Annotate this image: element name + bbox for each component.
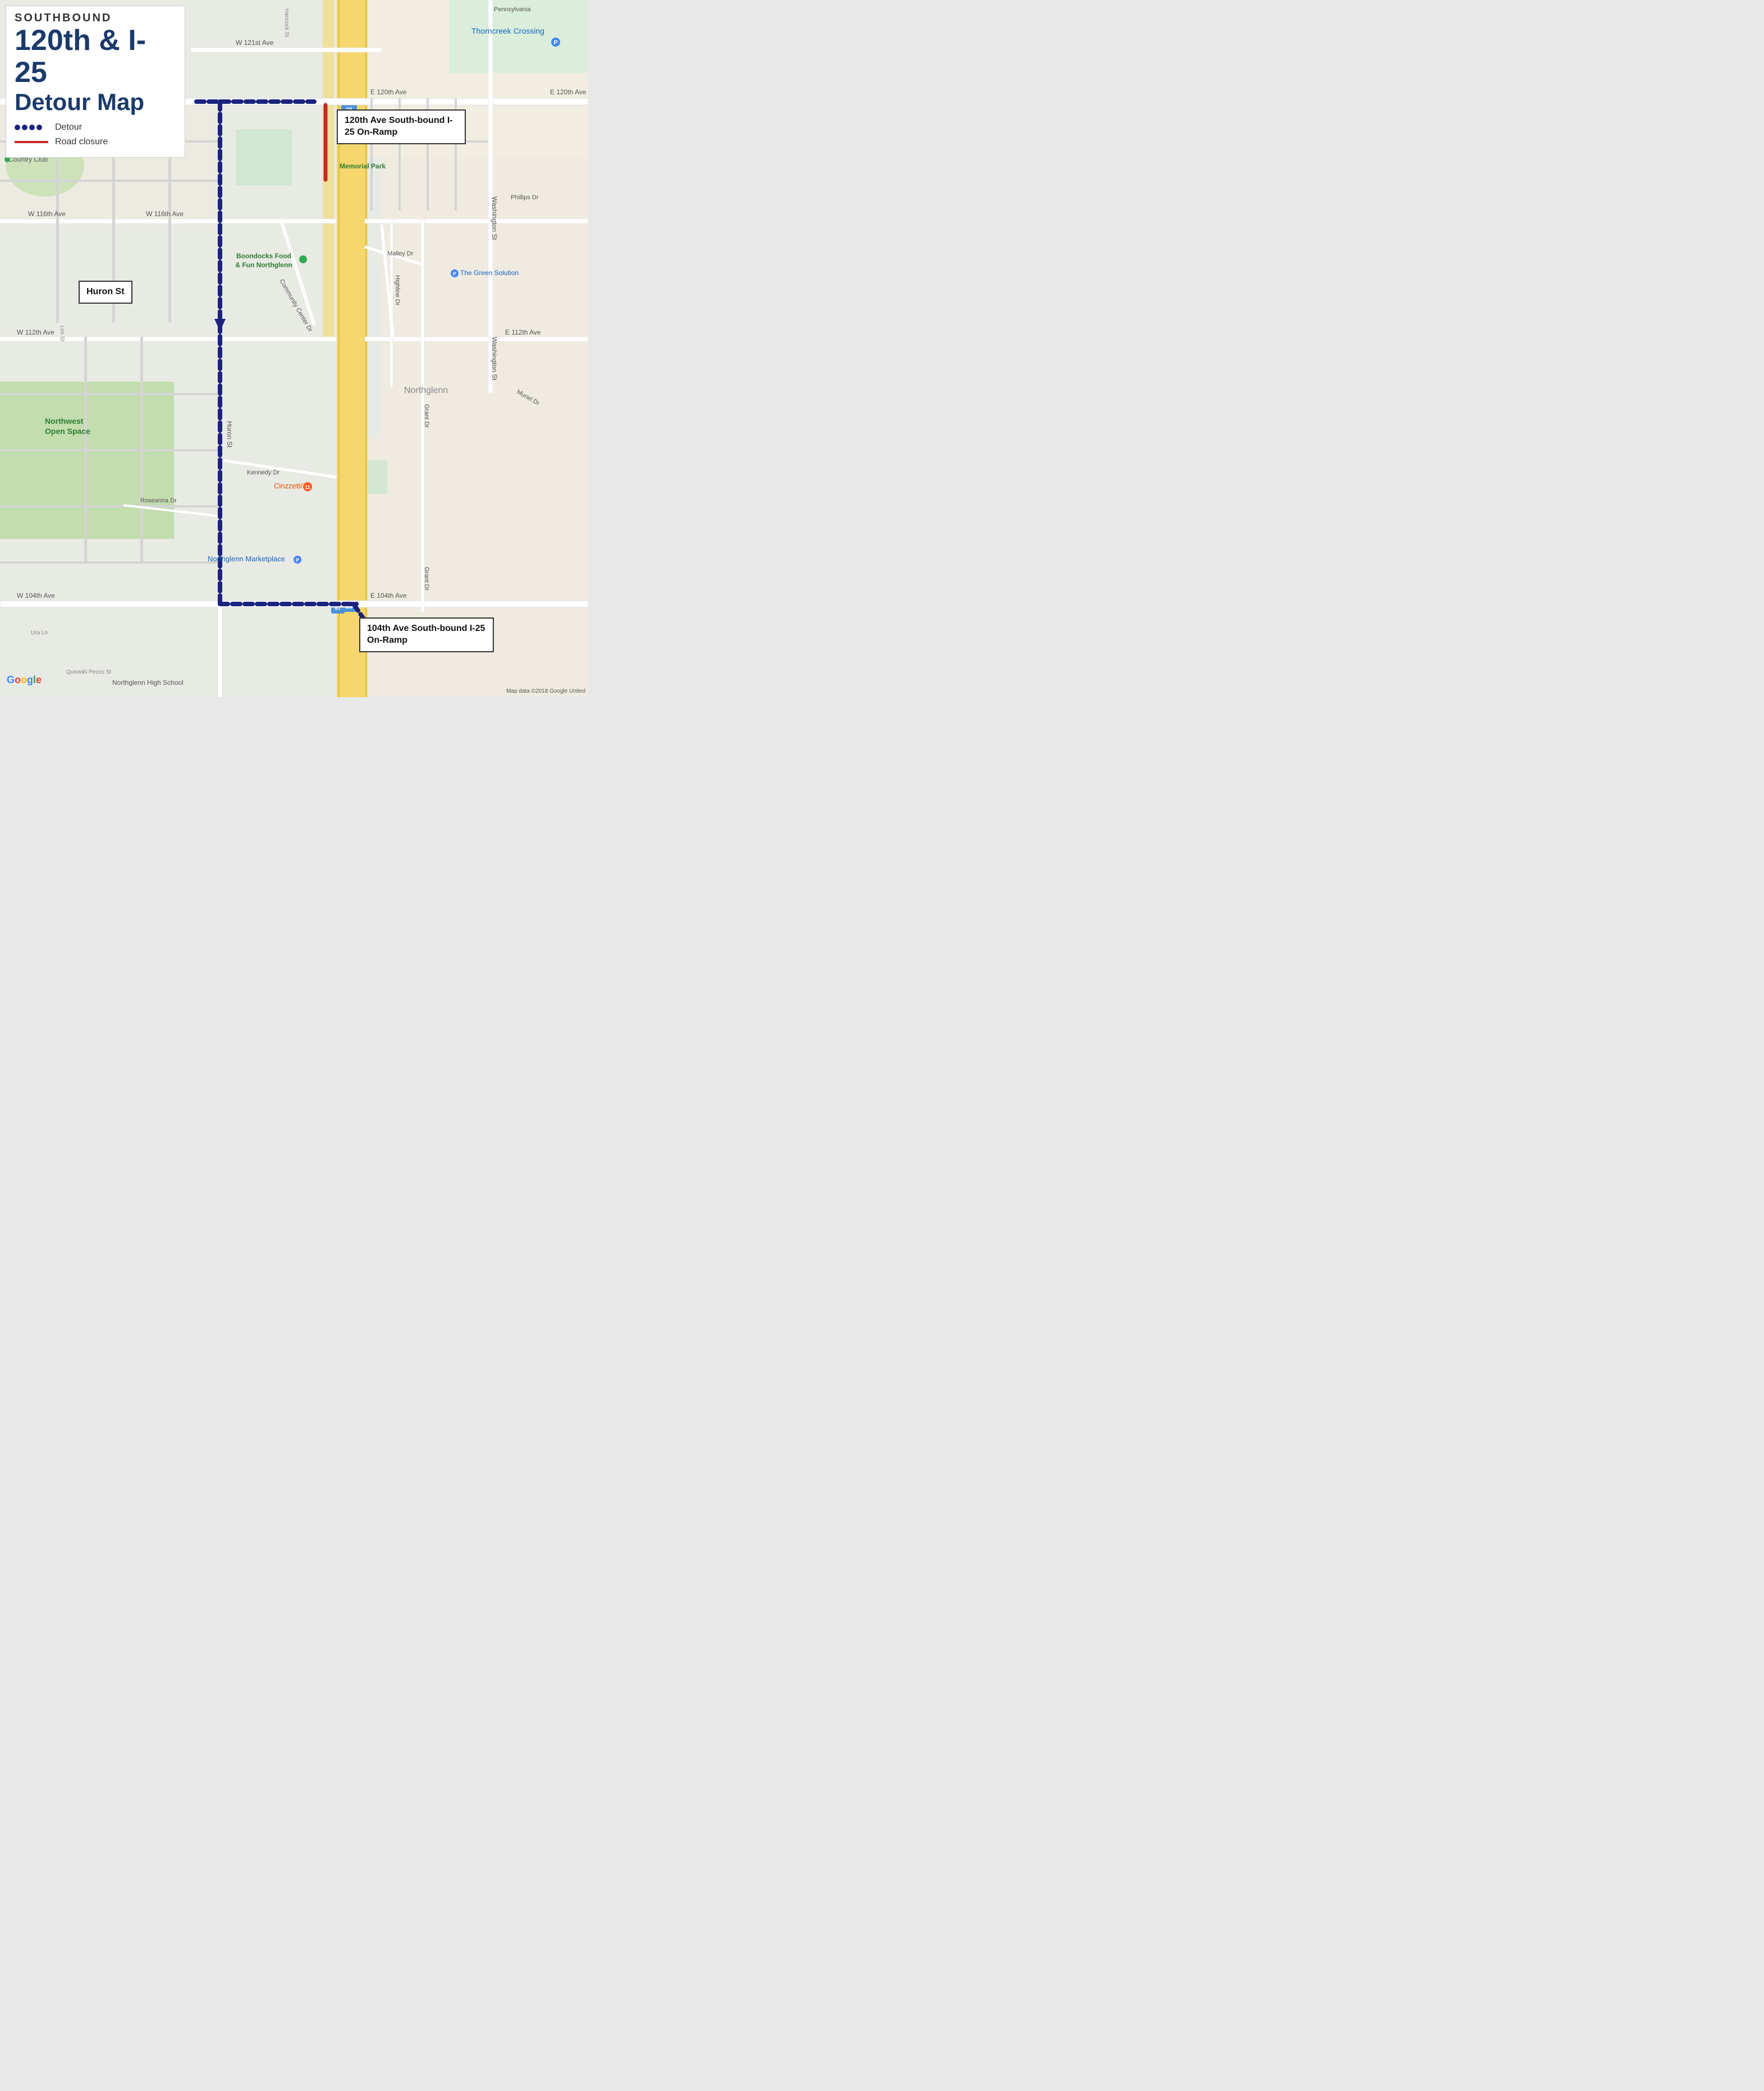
svg-text:Northglenn: Northglenn	[404, 386, 448, 395]
svg-text:P: P	[453, 271, 456, 277]
svg-text:Los St: Los St	[59, 326, 65, 342]
svg-text:W 116th Ave: W 116th Ave	[28, 210, 66, 218]
120th-onramp-label: 120th Ave South-bound I-25 On-Ramp	[345, 116, 453, 137]
svg-text:Northglenn High School: Northglenn High School	[112, 679, 184, 687]
detail-title: Detour Map	[15, 89, 176, 116]
detour-dot-3	[29, 125, 35, 130]
huron-st-callout: Huron St	[79, 281, 132, 304]
svg-text:P: P	[553, 39, 557, 46]
svg-text:Pennsylvania: Pennsylvania	[494, 6, 531, 13]
subtitle: SOUTHBOUND	[15, 12, 176, 25]
104th-onramp-callout: 104th Ave South-bound I-25 On-Ramp	[359, 617, 494, 652]
svg-text:W 121st Ave: W 121st Ave	[236, 39, 273, 47]
svg-text:Cinzzetti's: Cinzzetti's	[274, 482, 307, 490]
svg-text:E 120th Ave: E 120th Ave	[550, 88, 587, 96]
svg-text:E 104th Ave: E 104th Ave	[370, 592, 407, 600]
svg-text:Roseanna Dr: Roseanna Dr	[140, 497, 177, 504]
svg-text:W 112th Ave: W 112th Ave	[17, 328, 54, 336]
svg-text:Highline Dr: Highline Dr	[394, 275, 401, 306]
map-attribution: Map data ©2018 Google United	[506, 688, 585, 694]
detour-line-symbol	[15, 125, 48, 130]
120th-onramp-callout: 120th Ave South-bound I-25 On-Ramp	[337, 109, 466, 144]
closure-legend-item: Road closure	[15, 137, 176, 147]
svg-text:Malley Dr: Malley Dr	[387, 250, 414, 257]
svg-text:P: P	[296, 557, 299, 563]
svg-text:Huron St: Huron St	[226, 421, 233, 448]
svg-text:E 120th Ave: E 120th Ave	[370, 88, 407, 96]
svg-text:Ura Ln: Ura Ln	[31, 630, 48, 636]
svg-text:W 116th Ave: W 116th Ave	[146, 210, 184, 218]
svg-text:Washington St: Washington St	[491, 196, 498, 240]
svg-text:Thorncreek Crossing: Thorncreek Crossing	[471, 26, 544, 35]
svg-text:Northwest: Northwest	[45, 417, 84, 425]
svg-text:Grant Dr: Grant Dr	[423, 404, 430, 428]
svg-text:E 112th Ave: E 112th Ave	[505, 328, 541, 336]
closure-line-symbol	[15, 141, 48, 143]
svg-text:W 104th Ave: W 104th Ave	[17, 592, 55, 600]
svg-text:Phillips Dr: Phillips Dr	[511, 194, 539, 201]
svg-text:Open Space: Open Space	[45, 427, 90, 436]
closure-label: Road closure	[55, 137, 108, 147]
main-title: 120th & I-25	[15, 25, 176, 89]
detour-dot-1	[15, 125, 20, 130]
legend-items: Detour Road closure	[15, 122, 176, 147]
svg-text:Quivas: Quivas	[66, 669, 84, 675]
svg-text:Memorial Park: Memorial Park	[340, 162, 386, 170]
detour-label: Detour	[55, 122, 82, 132]
detour-legend-item: Detour	[15, 122, 176, 132]
detour-dot-4	[36, 125, 42, 130]
legend-box: SOUTHBOUND 120th & I-25 Detour Map Detou…	[6, 6, 185, 158]
detour-dot-2	[22, 125, 28, 130]
svg-text:The Green Solution: The Green Solution	[460, 269, 519, 277]
map-container: 25 25 87	[0, 0, 588, 697]
huron-st-label: Huron St	[86, 287, 125, 296]
svg-text:Hancock St: Hancock St	[283, 8, 290, 37]
104th-onramp-label: 104th Ave South-bound I-25 On-Ramp	[367, 624, 485, 645]
svg-text:Boondocks Food: Boondocks Food	[236, 252, 291, 260]
svg-text:Kennedy Dr: Kennedy Dr	[247, 469, 280, 476]
svg-text:11: 11	[305, 484, 310, 490]
svg-text:Washington St: Washington St	[491, 337, 498, 381]
svg-text:N Pecos St: N Pecos St	[83, 669, 111, 675]
svg-text:& Fun Northglenn: & Fun Northglenn	[235, 261, 292, 269]
google-logo: Google	[7, 674, 42, 686]
svg-text:Grant Dr: Grant Dr	[423, 567, 430, 591]
svg-text:Northglenn Marketplace: Northglenn Marketplace	[208, 555, 285, 563]
